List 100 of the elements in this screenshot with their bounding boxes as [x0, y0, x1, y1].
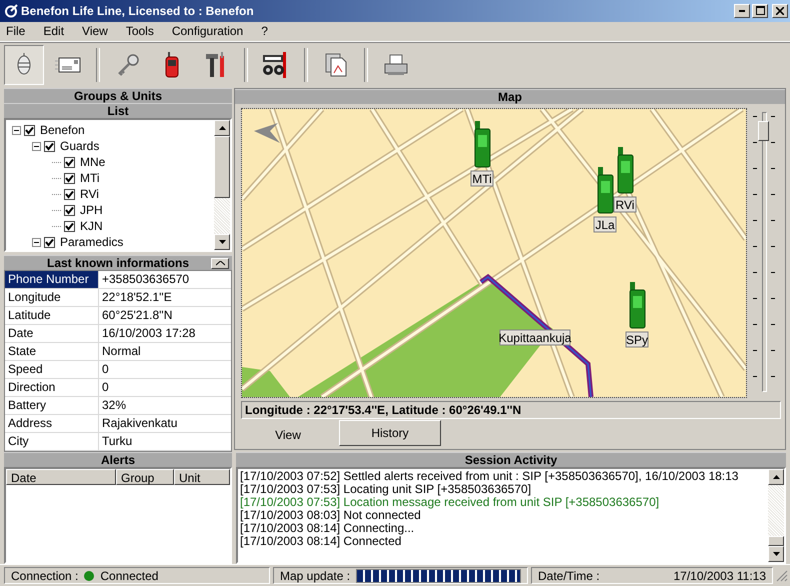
resize-grip-icon — [776, 570, 788, 582]
panel-header: Map — [235, 89, 785, 104]
phone-marker-icon[interactable] — [630, 282, 646, 329]
log-entry: [17/10/2003 08:03] Not connected — [240, 509, 421, 522]
menu-item[interactable]: Edit — [41, 24, 66, 38]
menu-item[interactable]: View — [80, 24, 110, 38]
mobile-phone-icon — [165, 52, 179, 78]
status-text: Connected — [100, 568, 158, 583]
table-cell-text: 32% — [101, 397, 128, 414]
tree-item[interactable]: MNe — [80, 155, 106, 170]
down-arrow-icon — [218, 240, 226, 244]
scrollbar[interactable] — [214, 120, 230, 250]
table-cell[interactable]: City — [5, 433, 99, 450]
panel-header: Groups & Units — [4, 88, 232, 104]
tree-item[interactable]: MTi — [80, 171, 100, 186]
tree-item[interactable]: Benefon — [40, 123, 85, 138]
table-cell-text: 60°25'21.8''N — [101, 307, 174, 324]
unit-label: SPy — [626, 332, 648, 348]
menu-item[interactable]: ? — [259, 24, 270, 38]
minimize-icon — [739, 10, 745, 12]
maximize-button[interactable] — [752, 4, 768, 18]
slider-thumb[interactable] — [758, 120, 769, 141]
table-cell[interactable]: Speed — [5, 361, 99, 378]
menu-item[interactable]: Configuration — [170, 24, 246, 38]
tree-checkbox[interactable] — [44, 236, 55, 248]
close-icon — [776, 6, 784, 15]
up-arrow-icon — [772, 475, 780, 480]
column-header[interactable]: Group — [116, 469, 174, 486]
coordinates-bar: Longitude : 22°17'53.4''E, Latitude : 60°26'49.1''N — [241, 401, 781, 420]
log-entry: [17/10/2003 08:14] Connected — [240, 535, 402, 548]
tree-item[interactable]: RVi — [80, 187, 99, 202]
tree-item[interactable]: Guards — [60, 139, 100, 154]
log-entry: [17/10/2003 07:52] Settled alerts received from unit : SIP [+358503636570], 16/10/2003 18:13 — [240, 470, 740, 484]
printer-icon — [384, 54, 408, 76]
tree-checkbox[interactable] — [24, 124, 35, 136]
table-cell[interactable]: Date — [5, 325, 99, 342]
tree-item[interactable]: JPH — [80, 203, 103, 218]
panel-title: Last known informations — [46, 256, 189, 270]
log-entry: [17/10/2003 07:53] Locating unit SIP [+358503636570] — [240, 483, 532, 496]
status-label: Map update : — [280, 568, 350, 583]
table-cell-text: 0 — [101, 379, 110, 396]
tree-expander[interactable] — [12, 126, 21, 135]
app-logo-icon — [4, 4, 18, 18]
table-cell-text: 16/10/2003 17:28 — [101, 325, 196, 342]
log-entry: [17/10/2003 08:14] Connecting... — [240, 522, 416, 536]
table-cell[interactable]: Address — [5, 415, 99, 432]
tab[interactable]: History — [339, 420, 441, 446]
panel-header: Session Activity — [236, 452, 786, 468]
table-cell-text: Turku — [101, 433, 134, 450]
status-label: Connection : — [11, 568, 78, 583]
table-cell-text: Normal — [101, 343, 142, 360]
table-cell-text: Rajakivenkatu — [101, 415, 178, 432]
caret-icon — [216, 261, 224, 266]
table-cell[interactable]: Latitude — [5, 307, 99, 324]
unit-label: JLa — [594, 216, 616, 233]
log-entry: [17/10/2003 07:53] Location message received from unit SIP [+358503636570] — [240, 496, 660, 510]
table-cell-text: 22°18'52.1''E — [101, 289, 173, 306]
minimize-button[interactable] — [734, 4, 750, 18]
panel-subheader: List — [4, 103, 232, 118]
phone-marker-icon[interactable] — [598, 167, 614, 214]
maximize-icon — [756, 6, 764, 16]
down-arrow-icon — [772, 552, 780, 556]
menu-item[interactable]: Tools — [124, 24, 156, 38]
tree-checkbox[interactable] — [64, 156, 75, 168]
tree-expander[interactable] — [32, 142, 41, 151]
table-cell[interactable]: Battery — [5, 397, 99, 414]
window-title: Benefon Life Line, Licensed to : Benefon — [21, 4, 255, 18]
status-text: 17/10/2003 11:13 — [673, 568, 766, 583]
collapse-button[interactable] — [211, 258, 229, 270]
tree-checkbox[interactable] — [64, 172, 75, 184]
table-cell[interactable]: Phone Number — [5, 271, 99, 288]
street-label: Kupittaankuja — [498, 330, 572, 346]
tree-item[interactable]: KJN — [80, 219, 103, 234]
table-cell-text: +358503636570 — [101, 271, 190, 288]
menu-item[interactable]: File — [4, 24, 28, 38]
tree-item[interactable]: Paramedics — [60, 235, 124, 250]
scrollbar-thumb[interactable] — [214, 136, 230, 198]
unit-label: MTi — [470, 170, 494, 187]
table-cell[interactable]: Longitude — [5, 289, 99, 306]
unit-label: RVi — [614, 196, 636, 213]
tree-checkbox[interactable] — [44, 140, 55, 152]
phone-marker-icon[interactable] — [474, 121, 490, 168]
toolbar-button[interactable] — [4, 45, 44, 86]
status-label: Date/Time : — [538, 568, 600, 583]
table-cell-text: 0 — [101, 361, 110, 378]
column-header[interactable]: Date — [6, 469, 116, 486]
close-button[interactable] — [772, 4, 788, 18]
phone-marker-icon[interactable] — [618, 147, 634, 194]
column-header[interactable]: Unit — [174, 469, 230, 486]
table-cell[interactable]: State — [5, 343, 99, 360]
table-cell[interactable]: Direction — [5, 379, 99, 396]
tree-checkbox[interactable] — [64, 204, 75, 216]
up-arrow-icon — [218, 126, 226, 130]
scrollbar-thumb[interactable] — [768, 536, 784, 546]
tree-checkbox[interactable] — [64, 220, 75, 232]
tree-checkbox[interactable] — [64, 188, 75, 200]
map-drawing[interactable]: MTi JLa RVi Kupittaankuja SPy — [241, 108, 747, 398]
panel-header: Alerts — [4, 452, 232, 468]
tree-expander[interactable] — [32, 238, 41, 247]
scrollbar[interactable] — [768, 469, 784, 562]
